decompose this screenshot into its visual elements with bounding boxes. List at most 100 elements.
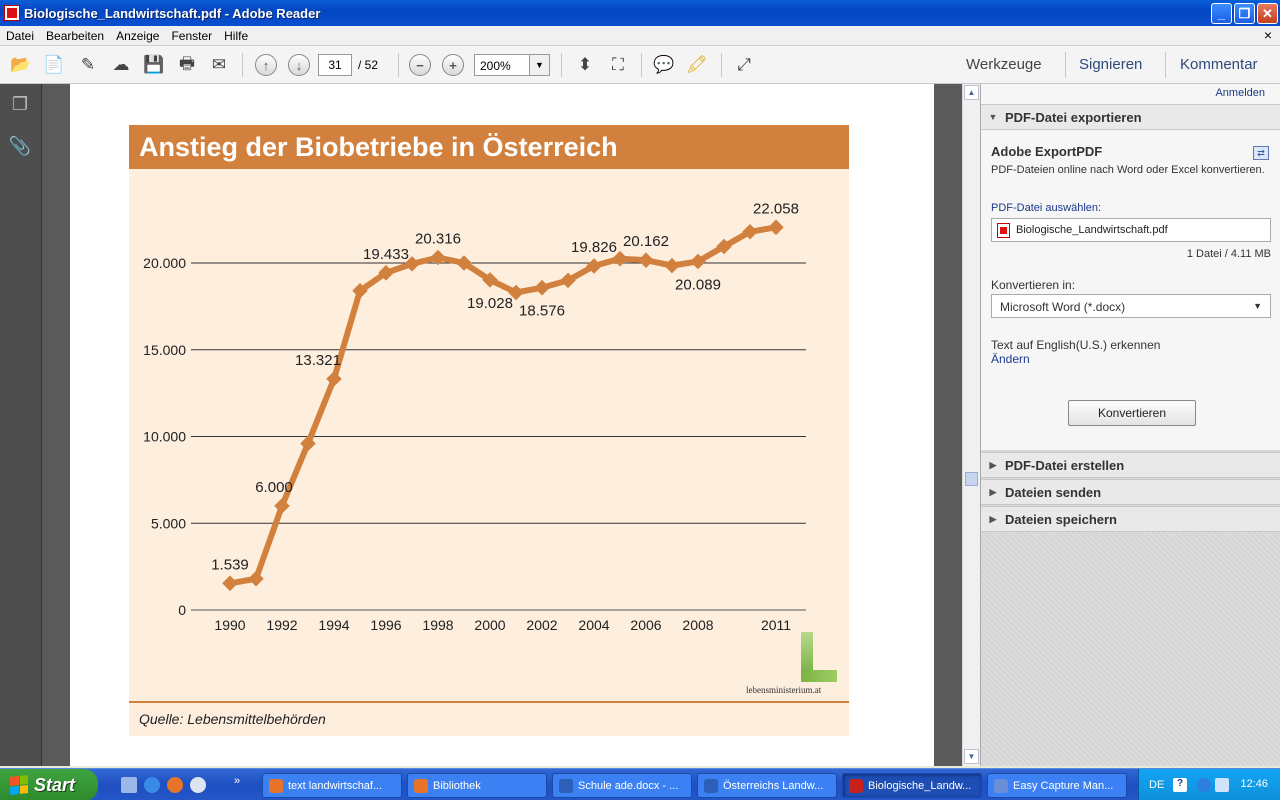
- fit-width-icon[interactable]: ⬍: [573, 54, 597, 76]
- taskbar-item-firefox-text[interactable]: text landwirtschaf...: [262, 773, 402, 798]
- word-document-icon: [559, 778, 573, 793]
- taskbar-item-library[interactable]: Bibliothek: [407, 773, 547, 798]
- help-icon[interactable]: ?: [1173, 778, 1187, 792]
- menu-datei[interactable]: Datei: [0, 29, 40, 43]
- data-label: 6.000: [255, 479, 293, 496]
- system-tray: DE ? 12:46: [1138, 769, 1280, 800]
- comment-icon[interactable]: 💬: [652, 54, 676, 76]
- previous-page-button[interactable]: ↑: [255, 54, 277, 76]
- data-point: [248, 570, 264, 587]
- edit-icon[interactable]: ✎: [76, 54, 100, 76]
- quicklaunch-expand-icon[interactable]: »: [234, 775, 240, 787]
- divider: [129, 701, 849, 703]
- vertical-scrollbar[interactable]: ▲ ▼: [962, 84, 980, 766]
- chart-source: Quelle: Lebensmittelbehörden: [139, 711, 326, 727]
- data-label: 20.162: [623, 233, 669, 250]
- x-tick-label: 2002: [526, 617, 557, 633]
- fullscreen-icon[interactable]: ⤢: [732, 54, 756, 76]
- section-export-pdf[interactable]: ▼ PDF-Datei exportieren: [981, 104, 1280, 130]
- triangle-right-icon: ▶: [989, 513, 997, 524]
- page-number-input[interactable]: 31: [318, 54, 352, 76]
- export-info-icon[interactable]: ⇄: [1253, 146, 1269, 160]
- chart-card: Anstieg der Biobetriebe in Österreich 05…: [129, 125, 849, 736]
- comment-link[interactable]: Kommentar: [1180, 56, 1258, 73]
- data-label: 20.316: [415, 231, 461, 248]
- windows-logo-icon: [10, 775, 28, 795]
- internet-explorer-icon[interactable]: [144, 777, 160, 793]
- menu-anzeige[interactable]: Anzeige: [110, 29, 165, 43]
- zoom-select[interactable]: 200% ▼: [474, 54, 550, 76]
- tools-link[interactable]: Werkzeuge: [966, 56, 1042, 73]
- close-button[interactable]: ✕: [1257, 3, 1278, 24]
- chevron-down-icon[interactable]: ▼: [529, 55, 549, 75]
- section-send-files[interactable]: ▶ Dateien senden: [981, 479, 1280, 505]
- x-tick-label: 1996: [370, 617, 401, 633]
- change-language-link[interactable]: Ändern: [991, 352, 1030, 366]
- show-desktop-icon[interactable]: [121, 777, 137, 793]
- x-tick-label: 2006: [630, 617, 661, 633]
- zoom-out-button[interactable]: −: [409, 54, 431, 76]
- convert-format-select[interactable]: Microsoft Word (*.docx) ▼: [991, 294, 1271, 318]
- attachment-icon[interactable]: 📎: [8, 134, 32, 158]
- x-tick-label: 2008: [682, 617, 713, 633]
- close-document-icon[interactable]: ×: [1264, 27, 1272, 43]
- window-title: Biologische_Landwirtschaft.pdf - Adobe R…: [24, 5, 321, 21]
- open-file-icon[interactable]: 📂: [9, 54, 33, 76]
- scroll-thumb[interactable]: [965, 472, 978, 486]
- document-area: Anstieg der Biobetriebe in Österreich 05…: [42, 84, 962, 766]
- data-point: [768, 219, 784, 236]
- menu-bearbeiten[interactable]: Bearbeiten: [40, 29, 110, 43]
- section-store-files[interactable]: ▶ Dateien speichern: [981, 506, 1280, 532]
- task-label: text landwirtschaf...: [288, 779, 383, 792]
- taskbar-item-easy-capture[interactable]: Easy Capture Man...: [987, 773, 1127, 798]
- data-label: 22.058: [753, 200, 799, 217]
- zoom-in-button[interactable]: +: [442, 54, 464, 76]
- firefox-icon[interactable]: [167, 777, 183, 793]
- task-label: Bibliothek: [433, 779, 481, 792]
- maximize-button[interactable]: ❐: [1234, 3, 1255, 24]
- start-button[interactable]: Start: [0, 769, 98, 800]
- task-label: Österreichs Landw...: [723, 779, 824, 792]
- section-label: Dateien speichern: [1005, 511, 1117, 527]
- y-tick-label: 20.000: [143, 255, 186, 271]
- window-controls: _ ❐ ✕: [1211, 3, 1278, 24]
- x-tick-label: 1998: [422, 617, 453, 633]
- scroll-up-button[interactable]: ▲: [964, 85, 979, 100]
- pages-icon[interactable]: ❐: [8, 92, 32, 116]
- convert-button[interactable]: Konvertieren: [1068, 400, 1196, 426]
- export-title: Adobe ExportPDF: [991, 144, 1103, 159]
- taskbar-item-word-landwirtschaft[interactable]: Österreichs Landw...: [697, 773, 837, 798]
- data-label: 1.539: [211, 556, 249, 573]
- export-subtitle: PDF-Dateien online nach Word oder Excel …: [991, 164, 1265, 176]
- next-page-button[interactable]: ↓: [288, 54, 310, 76]
- minimize-button[interactable]: _: [1211, 3, 1232, 24]
- panel-top: Anmelden: [981, 84, 1280, 104]
- highlight-icon[interactable]: 🖍: [685, 54, 709, 76]
- upload-cloud-icon[interactable]: ☁: [109, 54, 133, 76]
- tray-arrow-icon[interactable]: [1197, 778, 1211, 792]
- sign-link[interactable]: Signieren: [1079, 56, 1142, 73]
- print-icon[interactable]: 🖶: [175, 54, 199, 76]
- y-tick-label: 5.000: [151, 515, 186, 531]
- selected-file-field[interactable]: Biologische_Landwirtschaft.pdf: [991, 218, 1271, 242]
- title-bar: Biologische_Landwirtschaft.pdf - Adobe R…: [0, 0, 1280, 26]
- y-tick-label: 10.000: [143, 429, 186, 445]
- taskbar-item-adobe-reader[interactable]: Biologische_Landw...: [842, 773, 982, 798]
- section-create-pdf[interactable]: ▶ PDF-Datei erstellen: [981, 452, 1280, 478]
- menu-hilfe[interactable]: Hilfe: [218, 29, 254, 43]
- taskbar-item-word-schule[interactable]: Schule ade.docx - ...: [552, 773, 692, 798]
- fit-page-icon[interactable]: ⛶: [606, 54, 630, 76]
- media-player-icon[interactable]: [190, 777, 206, 793]
- language-indicator[interactable]: DE: [1149, 779, 1164, 791]
- create-pdf-icon[interactable]: 📄: [42, 54, 66, 76]
- firefox-icon: [269, 778, 283, 793]
- menu-fenster[interactable]: Fenster: [165, 29, 218, 43]
- data-label: 13.321: [295, 352, 341, 369]
- network-icon[interactable]: [1215, 778, 1229, 792]
- x-tick-label: 1992: [266, 617, 297, 633]
- login-link[interactable]: Anmelden: [1215, 87, 1265, 99]
- scroll-down-button[interactable]: ▼: [964, 749, 979, 764]
- email-icon[interactable]: ✉: [207, 54, 231, 76]
- save-icon[interactable]: 💾: [142, 54, 166, 76]
- firefox-icon: [414, 778, 428, 793]
